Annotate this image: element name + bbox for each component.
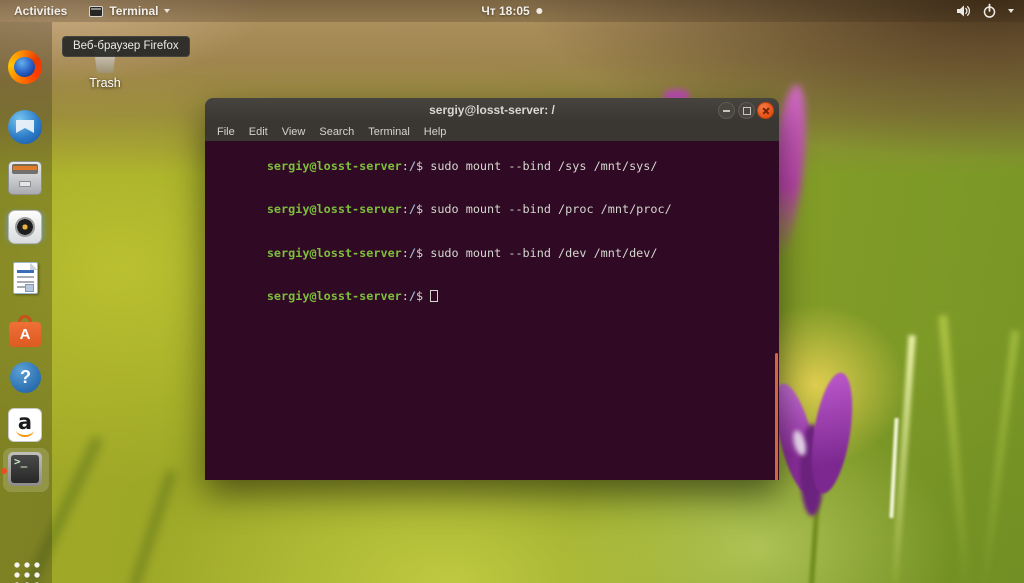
ubuntu-software-icon: A (8, 313, 42, 347)
top-bar: Activities Terminal Чт 18:05 (0, 0, 1024, 22)
terminal-window-icon (89, 5, 104, 17)
minimize-button[interactable] (718, 101, 735, 119)
help-icon: ? (10, 362, 41, 393)
menu-terminal[interactable]: Terminal (361, 126, 417, 138)
terminal-icon: >_ (8, 452, 42, 486)
show-apps-button[interactable] (12, 560, 41, 583)
menu-edit[interactable]: Edit (242, 126, 275, 138)
dock-item-files[interactable] (8, 161, 44, 197)
prompt-path: / (408, 158, 416, 173)
prompt-path: / (408, 245, 416, 260)
speaker-cone (15, 217, 35, 237)
window-titlebar[interactable]: sergiy@losst-server: / (205, 98, 779, 122)
amazon-icon: a (8, 408, 42, 442)
window-menubar: File Edit View Search Terminal Help (205, 122, 779, 141)
trash-label: Trash (89, 76, 121, 90)
app-menu[interactable]: Terminal (89, 4, 171, 18)
writer-line (16, 281, 34, 283)
writer-line (16, 286, 25, 288)
window-controls (718, 101, 774, 119)
window-title: sergiy@losst-server: / (429, 103, 555, 117)
prompt-colon: : (401, 245, 409, 260)
activities-button[interactable]: Activities (10, 4, 71, 18)
terminal-prompt-glyph: >_ (11, 455, 39, 483)
grass-blade-decoration (938, 315, 971, 583)
running-indicator-dot (1, 468, 7, 474)
crocus-flower-decoration (804, 369, 860, 497)
grass-blade-decoration (980, 330, 1020, 583)
grass-blade-decoration (128, 469, 177, 583)
rhythmbox-icon (8, 210, 42, 244)
prompt-dollar: $ (416, 158, 431, 173)
desktop: Trash sergiy@losst-server: / File Edit V… (0, 0, 1024, 583)
dock-item-amazon[interactable]: a (8, 408, 44, 444)
prompt-colon: : (401, 202, 409, 216)
volume-icon (957, 5, 970, 17)
dock-item-ubuntu-software[interactable]: A (8, 313, 44, 349)
dock-item-firefox[interactable] (8, 50, 44, 86)
dock-item-rhythmbox[interactable] (8, 210, 44, 246)
prompt-user-host: sergiy@losst-server (266, 289, 402, 303)
bag-body: A (9, 322, 41, 347)
menu-view[interactable]: View (275, 126, 313, 138)
prompt-user-host: sergiy@losst-server (266, 202, 402, 216)
libreoffice-writer-icon (8, 261, 42, 295)
terminal-cursor (430, 290, 438, 302)
menu-file[interactable]: File (210, 126, 242, 138)
firefox-icon (8, 50, 42, 84)
writer-line (16, 270, 34, 273)
command-text: sudo mount --bind /proc /mnt/proc/ (430, 202, 672, 216)
dock-item-help[interactable]: ? (8, 360, 44, 396)
clock[interactable]: Чт 18:05 (481, 4, 543, 18)
terminal-line: sergiy@losst-server:/$ (210, 275, 779, 319)
notification-dot-icon (536, 8, 543, 14)
scrollbar[interactable] (774, 353, 778, 480)
system-status-area[interactable] (955, 0, 1014, 22)
terminal-line: sergiy@losst-server:/$ sudo mount --bind… (210, 188, 779, 232)
command-text: sudo mount --bind /sys /mnt/sys/ (430, 158, 658, 173)
menu-search[interactable]: Search (312, 126, 361, 138)
writer-image (24, 284, 34, 292)
prompt-colon: : (401, 289, 409, 303)
power-icon (983, 3, 996, 18)
amazon-smile-arrow (16, 429, 34, 437)
clock-text: Чт 18:05 (481, 4, 530, 18)
files-drawer (12, 164, 38, 174)
prompt-dollar: $ (416, 245, 431, 260)
close-button[interactable] (757, 101, 774, 119)
dock-item-libreoffice-writer[interactable] (8, 261, 44, 297)
terminal-window: sergiy@losst-server: / File Edit View Se… (205, 98, 779, 480)
writer-page (12, 262, 38, 294)
maximize-button[interactable] (737, 101, 755, 119)
writer-line (16, 276, 34, 278)
chevron-down-icon (164, 9, 171, 13)
dock-item-thunderbird[interactable] (8, 110, 44, 146)
terminal-line: sergiy@losst-server:/$ sudo mount --bind… (210, 144, 779, 188)
prompt-colon: : (401, 158, 409, 173)
prompt-dollar: $ (416, 202, 431, 216)
prompt-dollar: $ (416, 289, 431, 303)
thunderbird-icon (8, 110, 42, 144)
prompt-path: / (408, 289, 416, 303)
firefox-tooltip: Веб-браузер Firefox (62, 36, 190, 57)
software-letter: A (19, 326, 31, 343)
files-handle (19, 181, 31, 187)
app-menu-label: Terminal (109, 4, 159, 18)
chevron-down-icon (1008, 9, 1014, 13)
terminal-content[interactable]: sergiy@losst-server:/$ sudo mount --bind… (205, 141, 779, 480)
prompt-user-host: sergiy@losst-server (266, 158, 402, 173)
menu-help[interactable]: Help (417, 126, 454, 138)
terminal-line: sergiy@losst-server:/$ sudo mount --bind… (210, 231, 779, 275)
prompt-user-host: sergiy@losst-server (266, 245, 402, 260)
question-mark-glyph: ? (20, 367, 31, 387)
prompt-path: / (408, 202, 416, 216)
files-icon (8, 161, 42, 195)
command-text: sudo mount --bind /dev /mnt/dev/ (430, 245, 658, 260)
dock-item-terminal[interactable]: >_ (8, 452, 44, 488)
dock: A ? a >_ (0, 22, 52, 583)
